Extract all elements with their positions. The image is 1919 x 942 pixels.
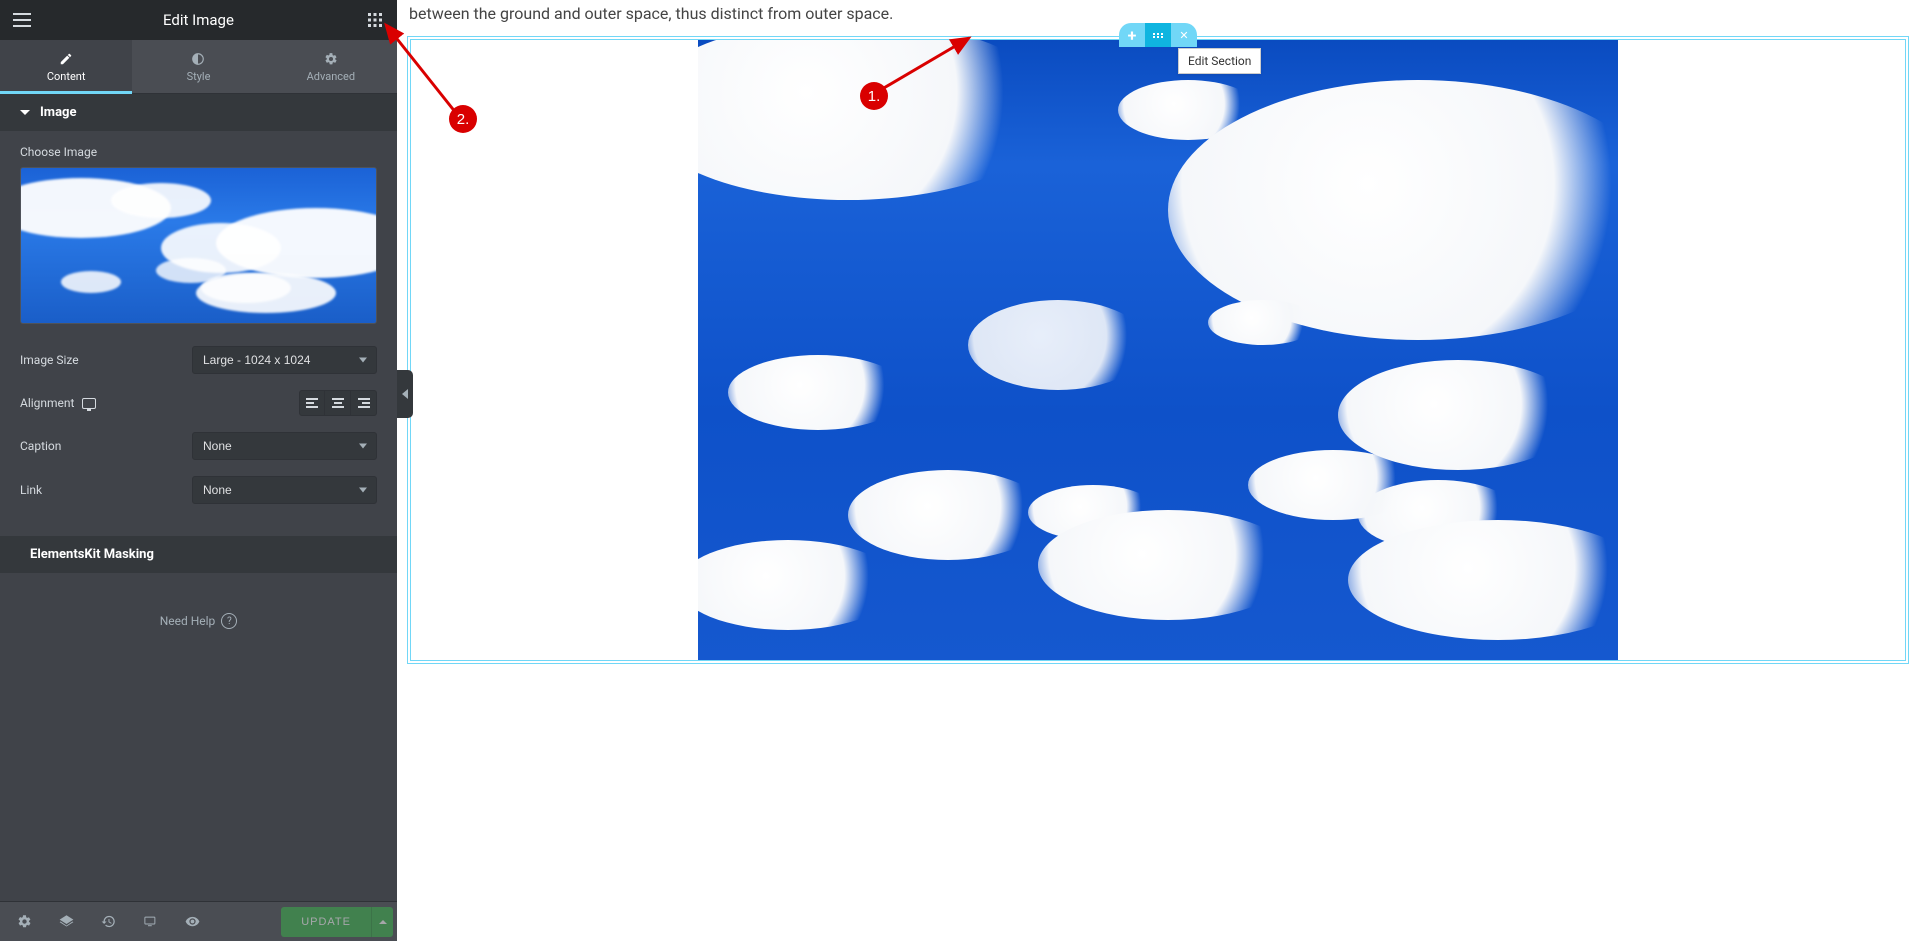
- history-icon: [101, 914, 116, 929]
- align-left-button[interactable]: [299, 390, 325, 416]
- update-options-button[interactable]: [371, 907, 393, 937]
- section-delete-button[interactable]: [1171, 23, 1197, 47]
- image-widget[interactable]: [698, 40, 1618, 660]
- navigator-button[interactable]: [46, 902, 86, 942]
- responsive-icon[interactable]: [82, 398, 96, 409]
- gear-icon: [17, 914, 32, 929]
- section-toggle-masking[interactable]: ElementsKit Masking: [0, 536, 397, 573]
- need-help-link[interactable]: Need Help ?: [0, 573, 397, 669]
- alignment-label: Alignment: [20, 396, 96, 410]
- choose-image-label: Choose Image: [20, 145, 377, 159]
- layers-icon: [59, 914, 74, 929]
- menu-icon[interactable]: [8, 6, 36, 34]
- tab-style[interactable]: Style: [132, 40, 264, 93]
- canvas-section[interactable]: Edit Section: [407, 36, 1909, 664]
- section-edit-button[interactable]: [1145, 23, 1171, 47]
- link-label: Link: [20, 483, 42, 497]
- align-right-button[interactable]: [351, 390, 377, 416]
- edit-section-tooltip: Edit Section: [1178, 48, 1261, 74]
- panel-tabs: Content Style Advanced: [0, 40, 397, 94]
- image-preview[interactable]: [20, 167, 377, 324]
- annotation-badge-2: 2.: [449, 105, 477, 133]
- image-size-label: Image Size: [20, 353, 79, 367]
- drag-handle-icon: [1153, 33, 1164, 38]
- settings-button[interactable]: [4, 902, 44, 942]
- tab-advanced[interactable]: Advanced: [265, 40, 397, 93]
- panel-body: Image Choose Image Image Size Large - 10…: [0, 94, 397, 901]
- preview-button[interactable]: [172, 902, 212, 942]
- panel-footer: UPDATE: [0, 901, 397, 941]
- link-select[interactable]: None: [192, 476, 377, 504]
- help-icon: ?: [221, 613, 237, 629]
- devices-icon: [143, 914, 158, 929]
- eye-icon: [185, 914, 200, 929]
- pencil-icon: [59, 52, 73, 66]
- caption-select[interactable]: None: [192, 432, 377, 460]
- caption-label: Caption: [20, 439, 61, 453]
- editor-canvas[interactable]: between the ground and outer space, thus…: [397, 0, 1919, 941]
- panel-title: Edit Image: [0, 11, 397, 29]
- section-handle: [1119, 23, 1197, 47]
- caret-down-icon: [20, 110, 30, 115]
- editor-panel: Edit Image Content Style Advanced: [0, 0, 397, 941]
- history-button[interactable]: [88, 902, 128, 942]
- gear-icon: [324, 52, 338, 66]
- widgets-grid-icon[interactable]: [361, 6, 389, 34]
- align-center-button[interactable]: [325, 390, 351, 416]
- update-button[interactable]: UPDATE: [281, 907, 371, 937]
- panel-header: Edit Image: [0, 0, 397, 40]
- section-add-button[interactable]: [1119, 23, 1145, 47]
- section-toggle-image[interactable]: Image: [0, 94, 397, 131]
- alignment-group: [299, 390, 377, 416]
- tab-content[interactable]: Content: [0, 40, 132, 93]
- image-size-select[interactable]: Large - 1024 x 1024: [192, 346, 377, 374]
- panel-collapse-handle[interactable]: [397, 370, 413, 418]
- responsive-button[interactable]: [130, 902, 170, 942]
- contrast-icon: [191, 52, 205, 66]
- annotation-badge-1: 1.: [860, 82, 888, 110]
